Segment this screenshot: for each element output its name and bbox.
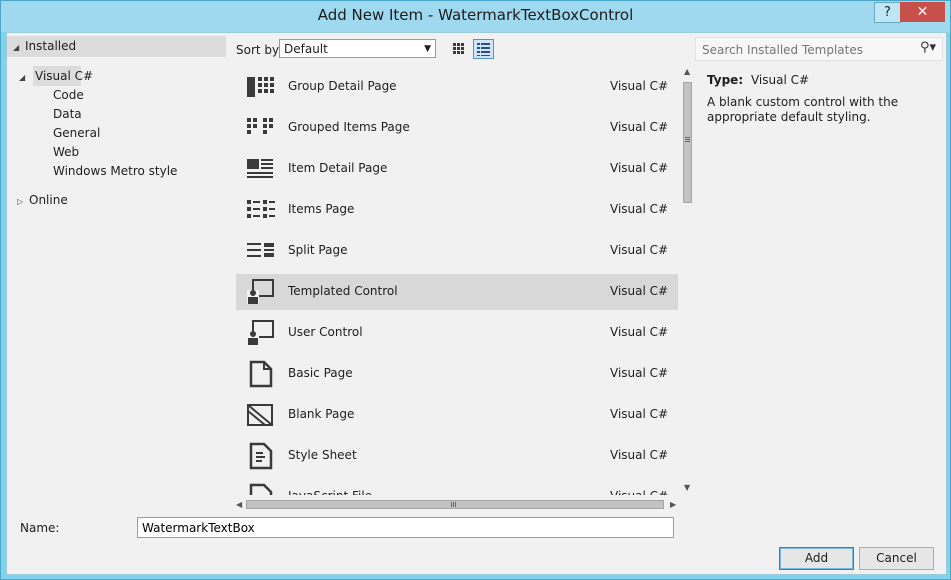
templated-control-icon [247,279,274,304]
template-name: Group Detail Page [288,79,397,93]
template-list: Group Detail Page Visual C# Grouped Items … [232,65,695,513]
tree-label-installed: Installed [25,39,77,53]
vertical-scrollbar[interactable]: ▲ ▼ [680,65,695,495]
template-name: Templated Control [288,284,398,298]
list-view-button[interactable] [473,39,494,59]
tree-node-windows-metro-style[interactable]: Windows Metro style [53,162,177,180]
template-name: Item Detail Page [288,161,388,175]
tree-node-code[interactable]: Code [53,86,84,104]
horizontal-scroll-thumb[interactable] [246,500,664,509]
style-sheet-icon [249,442,273,470]
medium-icons-view-button[interactable] [448,39,469,59]
template-name: Items Page [288,202,355,216]
template-item[interactable]: Templated Control Visual C# [236,274,678,310]
split-page-icon [247,243,274,257]
tree-node-data[interactable]: Data [53,105,82,123]
dropdown-arrow-icon: ▼ [424,44,431,54]
close-button[interactable]: ✕ [900,2,945,22]
grid-view-icon [453,43,464,54]
template-language: Visual C# [610,120,669,134]
template-item[interactable]: Items Page Visual C# [236,192,678,228]
sort-by-dropdown[interactable]: Default ▼ [279,39,436,58]
dialog-window: Add New Item - WatermarkTextBoxControl ?… [0,0,951,580]
template-name: Split Page [288,243,348,257]
sort-by-value: Default [284,42,328,56]
item-detail-page-icon [247,159,273,178]
cancel-button[interactable]: Cancel [859,547,934,570]
template-item[interactable]: Blank Page Visual C# [236,397,678,433]
template-name: User Control [288,325,363,339]
template-item[interactable]: Split Page Visual C# [236,233,678,269]
dialog-client: ◢ Installed ◢ Visual C# Code Data General … [6,32,947,575]
template-name: Grouped Items Page [288,120,410,134]
template-language: Visual C# [610,243,669,257]
tree-node-visual-cs[interactable]: ◢ Visual C# [19,67,93,85]
dialog-title: Add New Item - WatermarkTextBoxControl [317,6,634,24]
tree-node-installed[interactable]: ◢ Installed [13,37,76,55]
vertical-scroll-thumb[interactable] [683,82,692,203]
scroll-up-arrow-icon[interactable]: ▲ [684,67,690,76]
group-detail-page-icon [247,77,274,97]
template-item[interactable]: Group Detail Page Visual C# [236,69,678,105]
search-input[interactable] [700,41,904,59]
template-description: A blank custom control with the appropri… [707,95,899,124]
template-language: Visual C# [610,79,669,93]
template-list-items: Group Detail Page Visual C# Grouped Items … [232,65,679,495]
title-bar: Add New Item - WatermarkTextBoxControl ?… [1,1,950,32]
scroll-right-arrow-icon[interactable]: ▶ [670,500,676,509]
type-label: Type: [707,73,744,87]
template-language: Visual C# [610,407,669,421]
sort-by-label: Sort by: [236,43,283,57]
expanded-arrow-icon[interactable]: ◢ [19,69,31,87]
javascript-file-icon [249,483,273,495]
template-item[interactable]: User Control Visual C# [236,315,678,351]
name-input[interactable] [137,517,674,538]
template-item[interactable]: Item Detail Page Visual C# [236,151,678,187]
search-icon[interactable]: ⚲▾ [920,40,936,55]
template-type: Type: Visual C# [707,73,942,87]
template-language: Visual C# [610,161,669,175]
add-button[interactable]: Add [779,547,854,570]
list-view-icon [477,43,490,56]
items-page-icon [247,200,275,218]
template-name: Blank Page [288,407,355,421]
template-item[interactable]: JavaScript FileVisual C# [236,479,678,495]
list-toolbar: Sort by: Default ▼ [232,37,695,63]
collapsed-arrow-icon[interactable]: ▷ [17,193,29,211]
grouped-items-page-icon [247,118,273,134]
template-language: Visual C# [610,366,669,380]
search-templates-box[interactable]: ⚲▾ [695,37,943,61]
name-label: Name: [20,521,60,535]
expanded-arrow-icon[interactable]: ◢ [13,39,25,57]
tree-node-general[interactable]: General [53,124,100,142]
horizontal-scrollbar[interactable]: ◀ ▶ [232,495,695,513]
template-language: Visual C# [610,202,669,216]
template-language: Visual C# [610,325,669,339]
blank-page-icon [247,404,273,426]
template-language: Visual C# [610,448,669,462]
template-item[interactable]: Grouped Items Page Visual C# [236,110,678,146]
type-value: Visual C# [750,73,810,87]
scroll-left-arrow-icon[interactable]: ◀ [236,500,242,509]
template-item[interactable]: Basic Page Visual C# [236,356,678,392]
basic-page-icon [249,360,273,388]
tree-label-visual-cs: Visual C# [35,69,94,83]
template-name: Style Sheet [288,448,357,462]
tree-node-online[interactable]: ▷ Online [17,191,68,209]
scroll-down-arrow-icon[interactable]: ▼ [684,483,690,492]
template-tree: ◢ Installed ◢ Visual C# Code Data General … [7,33,228,505]
template-name: Basic Page [288,366,353,380]
template-item[interactable]: Style Sheet Visual C# [236,438,678,474]
tree-node-web[interactable]: Web [53,143,79,161]
user-control-icon [247,320,274,345]
template-details: Type: Visual C# A blank custom control w… [707,72,942,125]
help-button[interactable]: ? [874,2,901,23]
tree-label-online: Online [29,193,68,207]
template-language: Visual C# [610,284,669,298]
